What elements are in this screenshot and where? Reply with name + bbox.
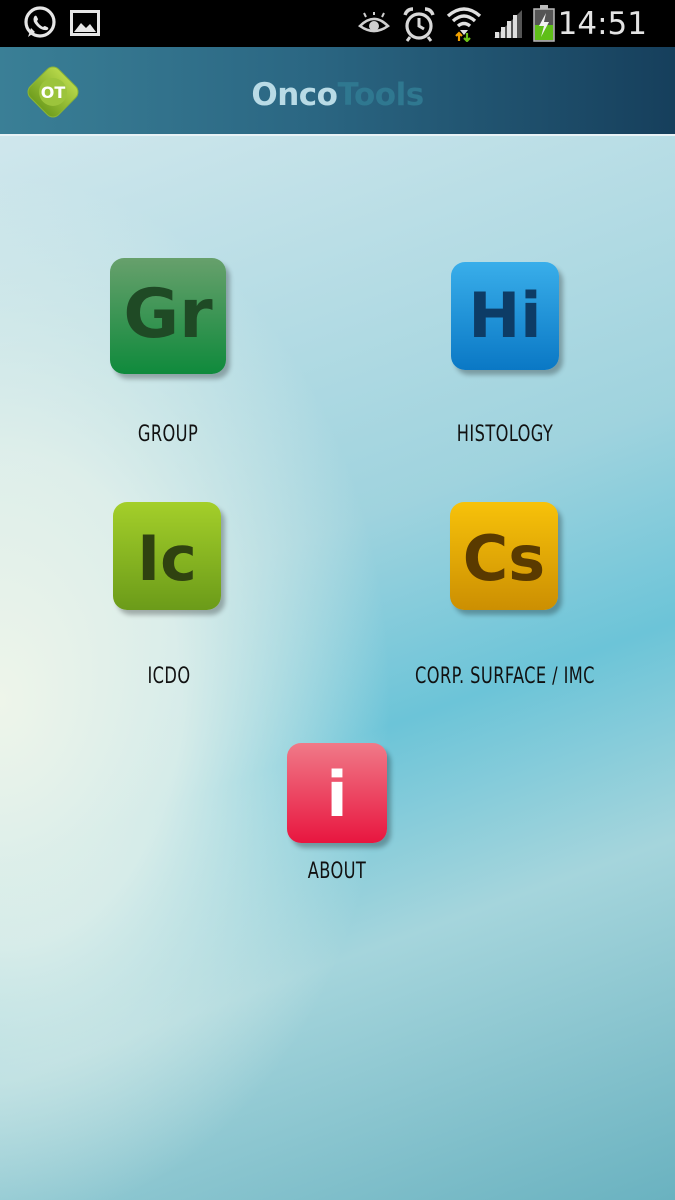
corp-surface-icon[interactable]: Cs [450, 502, 558, 610]
whatsapp-icon [24, 6, 56, 38]
alarm-icon [403, 7, 435, 42]
about-label: ABOUT [307, 859, 367, 884]
corp-surface-icon-text: Cs [462, 522, 546, 595]
app-title: OncoTools [0, 47, 675, 136]
icdo-icon[interactable]: Ic [113, 502, 221, 610]
action-bar: OT OncoTools [0, 47, 675, 136]
status-bar: 14:51 [0, 0, 675, 47]
icdo-icon-text: Ic [137, 522, 197, 595]
histology-icon[interactable]: Hi [451, 262, 559, 370]
icdo-tile[interactable]: Ic ICDO [59, 492, 279, 712]
wifi-icon [446, 7, 482, 42]
gallery-icon [70, 10, 100, 36]
group-icon-text: Gr [123, 275, 213, 354]
histology-tile[interactable]: Hi HISTOLOGY [395, 250, 615, 470]
corp-surface-label: CORP. SURFACE / IMC [415, 664, 595, 689]
battery-charging-icon [533, 5, 555, 42]
eye-icon [358, 12, 390, 33]
corp-surface-tile[interactable]: Cs CORP. SURFACE / IMC [395, 492, 615, 712]
group-label: GROUP [137, 422, 199, 447]
about-icon[interactable]: i [287, 743, 387, 843]
app-title-part2: Tools [337, 77, 424, 113]
about-icon-text: i [326, 758, 348, 831]
group-icon[interactable]: Gr [110, 258, 226, 374]
group-tile[interactable]: Gr GROUP [58, 250, 278, 470]
about-tile[interactable]: i ABOUT [227, 735, 447, 955]
signal-icon [494, 10, 522, 38]
histology-icon-text: Hi [468, 279, 542, 352]
app-title-part1: Onco [251, 77, 338, 113]
icdo-label: ICDO [147, 664, 191, 689]
clock-time: 14:51 [557, 6, 647, 42]
histology-label: HISTOLOGY [456, 422, 554, 447]
